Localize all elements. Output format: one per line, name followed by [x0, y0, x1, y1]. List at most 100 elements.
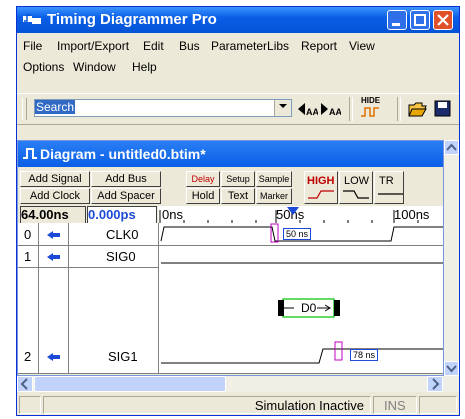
menu-help[interactable]: Help — [132, 60, 157, 74]
waveform-hide-icon — [361, 107, 379, 117]
app-icon — [23, 14, 41, 24]
add-signal-button[interactable]: Add Signal — [20, 171, 90, 187]
setup-button[interactable]: Setup — [221, 171, 255, 187]
find-next-icon[interactable]: AA — [319, 101, 341, 117]
delay-button[interactable]: Delay — [186, 171, 220, 187]
menu-bus[interactable]: Bus — [179, 39, 200, 53]
high-label: HIGH — [307, 175, 335, 187]
search-text: Search — [35, 100, 76, 114]
status-pane-2: Simulation Inactive — [43, 396, 371, 414]
waveform-area[interactable] — [159, 223, 443, 373]
high-wave-icon — [308, 190, 334, 199]
scroll-thumb[interactable] — [34, 376, 226, 392]
hold-button[interactable]: Hold — [186, 188, 220, 204]
minimize-icon — [392, 23, 400, 26]
search-dropdown-button[interactable] — [274, 100, 291, 116]
time-left-box[interactable]: 64.00ns — [20, 206, 86, 224]
marker-button[interactable]: Marker — [256, 188, 292, 204]
diagram-title: Diagram - untitled0.btim* — [40, 146, 206, 162]
time-marker-icon[interactable] — [286, 206, 300, 216]
minimize-button[interactable] — [387, 10, 407, 30]
window-title: Timing Diagrammer Pro — [47, 11, 217, 28]
signal-index-0: 0 — [24, 227, 32, 242]
menu-report[interactable]: Report — [301, 39, 337, 53]
signal-name-1[interactable]: SIG0 — [106, 249, 136, 264]
menu-view[interactable]: View — [349, 39, 375, 53]
open-folder-icon[interactable] — [408, 100, 428, 118]
chevron-left-icon — [20, 378, 28, 390]
clk-delay-label: 50 ns — [283, 228, 312, 240]
add-bus-button[interactable]: Add Bus — [91, 171, 161, 187]
scroll-down-button[interactable] — [444, 361, 459, 376]
menu-edit[interactable]: Edit — [143, 39, 164, 53]
high-button[interactable]: HIGH — [304, 171, 338, 204]
timeline-ruler[interactable]: 0ns 50ns 100ns — [158, 206, 443, 224]
status-text: Simulation Inactive — [254, 398, 364, 413]
low-button[interactable]: LOW — [339, 171, 373, 204]
status-bar: Simulation Inactive INS — [17, 393, 459, 415]
menu-options[interactable]: Options — [23, 60, 64, 74]
ins-indicator: INS — [384, 398, 406, 413]
menu-bar: File Import/Export Edit Bus ParameterLib… — [17, 34, 459, 74]
signal-index-1: 1 — [24, 249, 32, 264]
search-input[interactable]: Search — [34, 99, 292, 117]
menu-file[interactable]: File — [23, 39, 42, 53]
maximize-icon — [414, 14, 426, 26]
scroll-right-button[interactable] — [427, 376, 443, 392]
signal-arrow-icon[interactable] — [46, 230, 62, 240]
hide-label: HIDE — [361, 96, 381, 105]
tristate-wave-icon — [378, 193, 403, 195]
scroll-up-button[interactable] — [444, 140, 459, 155]
row-divider — [18, 373, 443, 374]
toolbar-separator — [349, 97, 353, 121]
sig1-delay-label: 78 ns — [350, 349, 379, 361]
chevron-right-icon — [432, 378, 440, 390]
svg-text:AA: AA — [329, 107, 341, 117]
toolbar: Search AA AA HIDE — [17, 93, 459, 125]
signal-name-2[interactable]: SIG1 — [108, 349, 138, 364]
horizontal-scrollbar[interactable] — [17, 376, 459, 392]
sample-button[interactable]: Sample — [256, 171, 292, 187]
signal-arrow-icon[interactable] — [46, 252, 62, 262]
bus-value-label: D0 — [301, 301, 317, 315]
sig1-delay-marker — [334, 341, 343, 361]
status-pane-4 — [419, 396, 457, 414]
sig1-wave — [161, 348, 443, 364]
chevron-down-icon — [279, 104, 287, 108]
signal-arrow-icon[interactable] — [46, 352, 62, 362]
status-pane-ins: INS — [373, 396, 417, 414]
save-icon[interactable] — [434, 100, 452, 118]
vertical-scrollbar[interactable] — [444, 140, 459, 376]
col-divider — [38, 223, 39, 373]
menu-parameterlibs[interactable]: ParameterLibs — [211, 39, 289, 53]
find-prev-icon[interactable]: AA — [296, 101, 318, 117]
text-button[interactable]: Text — [221, 188, 255, 204]
app-window: Timing Diagrammer Pro File Import/Export… — [16, 6, 460, 416]
status-pane-1 — [19, 396, 41, 414]
title-bar[interactable]: Timing Diagrammer Pro — [17, 7, 459, 33]
time-right-box[interactable]: 0.000ps — [87, 206, 157, 224]
hide-button[interactable]: HIDE — [359, 96, 385, 120]
diagram-title-bar[interactable]: Diagram - untitled0.btim* — [18, 141, 443, 167]
add-clock-button[interactable]: Add Clock — [20, 188, 90, 204]
menu-import-export[interactable]: Import/Export — [57, 39, 129, 53]
scroll-left-button[interactable] — [17, 376, 33, 392]
diagram-window: Diagram - untitled0.btim* Add Signal Add… — [17, 140, 444, 376]
add-spacer-button[interactable]: Add Spacer — [91, 188, 161, 204]
time-left-value: 64.00ns — [21, 207, 69, 222]
close-button[interactable] — [433, 10, 453, 30]
time-right-value: 0.000ps — [88, 207, 136, 222]
chevron-up-icon — [446, 143, 457, 151]
menu-window[interactable]: Window — [73, 60, 116, 74]
toolbar-separator-2 — [397, 97, 401, 121]
svg-text:AA: AA — [306, 107, 318, 117]
tristate-button[interactable]: TR — [374, 171, 404, 204]
chevron-down-icon — [446, 365, 457, 373]
row-divider — [18, 267, 158, 268]
low-label: LOW — [344, 175, 370, 187]
signal-index-2: 2 — [24, 349, 32, 364]
signal-name-0[interactable]: CLK0 — [106, 227, 139, 242]
maximize-button[interactable] — [410, 10, 430, 30]
col-divider — [68, 223, 69, 373]
toolbar-grip[interactable] — [22, 98, 27, 120]
